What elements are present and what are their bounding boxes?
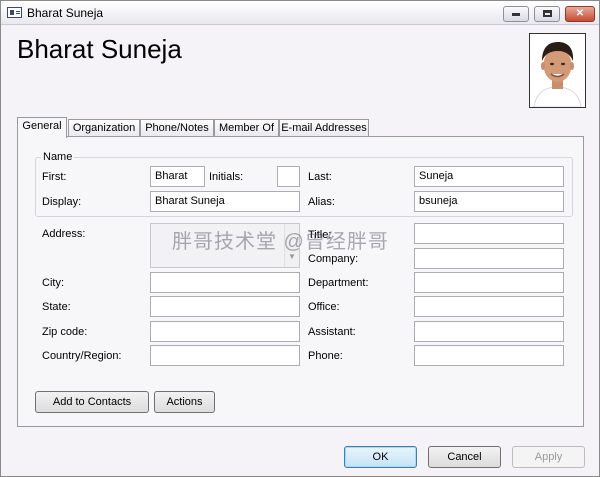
state-field[interactable] bbox=[150, 296, 300, 317]
country-region-label: Country/Region: bbox=[42, 350, 122, 362]
office-label: Office: bbox=[308, 301, 340, 313]
assistant-label: Assistant: bbox=[308, 326, 356, 338]
first-name-label: First: bbox=[42, 171, 67, 183]
initials-label: Initials: bbox=[209, 171, 244, 183]
apply-button[interactable]: Apply bbox=[512, 446, 585, 468]
close-icon: ✕ bbox=[575, 8, 585, 19]
tab-organization[interactable]: Organization bbox=[68, 119, 140, 137]
alias-label: Alias: bbox=[308, 196, 335, 208]
maximize-button[interactable] bbox=[534, 6, 560, 22]
cancel-button[interactable]: Cancel bbox=[428, 446, 501, 468]
zip-code-field[interactable] bbox=[150, 321, 300, 342]
title-field[interactable] bbox=[414, 223, 564, 244]
country-region-field[interactable] bbox=[150, 345, 300, 366]
maximize-icon bbox=[542, 10, 552, 17]
contact-properties-window: Bharat Suneja ✕ Bharat Suneja General Or… bbox=[0, 0, 600, 477]
company-field[interactable] bbox=[414, 248, 564, 269]
add-to-contacts-button[interactable]: Add to Contacts bbox=[35, 391, 149, 413]
city-field[interactable] bbox=[150, 272, 300, 293]
last-name-label: Last: bbox=[308, 171, 332, 183]
contact-photo bbox=[529, 33, 586, 108]
state-label: State: bbox=[42, 301, 71, 313]
close-button[interactable]: ✕ bbox=[565, 6, 595, 22]
display-name-field[interactable]: Bharat Suneja bbox=[150, 191, 300, 212]
title-bar[interactable]: Bharat Suneja ✕ bbox=[1, 1, 599, 25]
tab-general[interactable]: General bbox=[17, 117, 67, 138]
assistant-field[interactable] bbox=[414, 321, 564, 342]
ok-button[interactable]: OK bbox=[344, 446, 417, 468]
first-name-field[interactable]: Bharat bbox=[150, 166, 205, 187]
company-label: Company: bbox=[308, 253, 359, 265]
phone-label: Phone: bbox=[308, 350, 343, 362]
zip-code-label: Zip code: bbox=[42, 326, 88, 338]
last-name-field[interactable]: Suneja bbox=[414, 166, 564, 187]
tab-member-of[interactable]: Member Of bbox=[214, 119, 279, 137]
watermark-text: 胖哥技术堂 @曾经胖哥 bbox=[172, 231, 389, 253]
contact-name-heading: Bharat Suneja bbox=[17, 34, 182, 64]
contact-card-icon bbox=[7, 7, 22, 18]
address-label: Address: bbox=[42, 228, 86, 240]
window-title: Bharat Suneja bbox=[27, 6, 104, 20]
phone-field[interactable] bbox=[414, 345, 564, 366]
name-group-label: Name bbox=[41, 151, 75, 163]
actions-button[interactable]: Actions bbox=[154, 391, 215, 413]
tab-email-addresses[interactable]: E-mail Addresses bbox=[279, 119, 369, 137]
alias-field[interactable]: bsuneja bbox=[414, 191, 564, 212]
department-label: Department: bbox=[308, 277, 369, 289]
minimize-icon bbox=[512, 13, 520, 16]
minimize-button[interactable] bbox=[503, 6, 529, 22]
tab-phone-notes[interactable]: Phone/Notes bbox=[140, 119, 214, 137]
initials-field[interactable] bbox=[277, 166, 300, 187]
display-name-label: Display: bbox=[42, 196, 82, 208]
department-field[interactable] bbox=[414, 272, 564, 293]
city-label: City: bbox=[42, 277, 64, 289]
office-field[interactable] bbox=[414, 296, 564, 317]
